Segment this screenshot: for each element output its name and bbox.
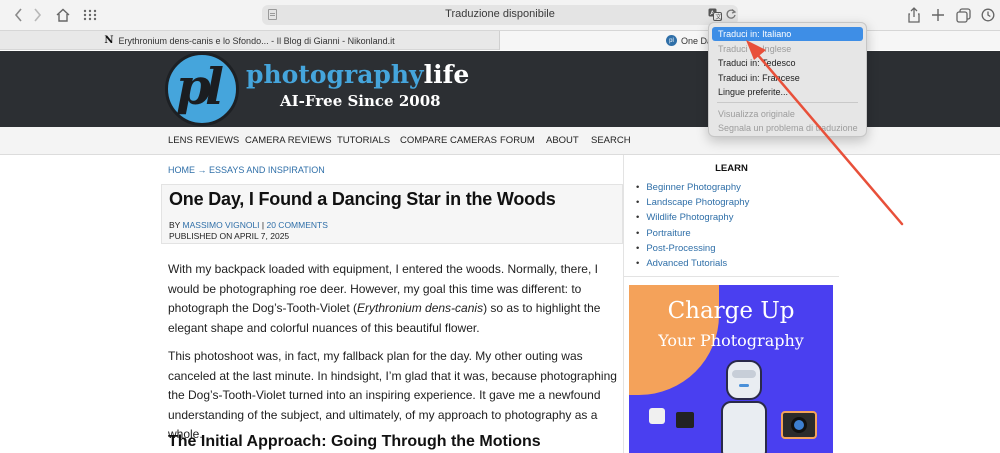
nav-lens-reviews[interactable]: LENS REVIEWS xyxy=(168,135,239,146)
back-button[interactable] xyxy=(9,5,29,25)
camera-illustration xyxy=(781,411,817,439)
nav-compare-cameras[interactable]: COMPARE CAMERAS xyxy=(400,135,497,146)
nikonland-favicon: N xyxy=(104,35,114,46)
author-link[interactable]: MASSIMO VIGNOLI xyxy=(183,220,260,230)
nav-forum[interactable]: FORUM xyxy=(500,135,535,146)
reload-icon[interactable] xyxy=(725,8,737,20)
menu-item-translate-french[interactable]: Traduci in: Francese xyxy=(712,71,863,85)
svg-text:文: 文 xyxy=(715,13,721,21)
robot-head-illustration xyxy=(726,360,762,400)
camera-lens xyxy=(791,417,807,433)
page-title: One Day, I Found a Dancing Star in the W… xyxy=(169,189,556,209)
site-tagline: AI-Free Since 2008 xyxy=(280,92,441,110)
forward-button[interactable] xyxy=(27,5,47,25)
home-button[interactable] xyxy=(53,5,73,25)
learn-link-post-processing[interactable]: Post-Processing xyxy=(636,243,749,258)
address-bar[interactable]: Traduzione disponibile xyxy=(262,5,738,25)
translate-icon[interactable]: A 文 xyxy=(708,8,722,21)
robot-body-illustration xyxy=(721,401,767,453)
nav-search[interactable]: SEARCH xyxy=(591,135,631,146)
site-logo[interactable]: photographylife xyxy=(246,60,469,89)
learn-heading: LEARN xyxy=(715,163,748,174)
publish-date: PUBLISHED ON APRIL 7, 2025 xyxy=(169,231,290,241)
tabs-icon xyxy=(955,7,971,23)
menu-item-translate-german[interactable]: Traduci in: Tedesco xyxy=(712,56,863,70)
nav-tutorials[interactable]: TUTORIALS xyxy=(337,135,390,146)
ad-subheadline: Your Photography xyxy=(658,331,804,350)
title-box: One Day, I Found a Dancing Star in the W… xyxy=(161,184,623,244)
sidebar-ad[interactable]: Charge Up Your Photography xyxy=(629,285,833,453)
learn-link-advanced[interactable]: Advanced Tutorials xyxy=(636,258,749,273)
learn-link-beginner[interactable]: Beginner Photography xyxy=(636,182,749,197)
breadcrumb[interactable]: HOME → ESSAYS AND INSPIRATION xyxy=(168,165,325,175)
logo-word-b: life xyxy=(423,60,470,89)
ad-headline: Charge Up xyxy=(667,298,795,324)
tab-title: Erythronium dens-canis e lo Sfondo... - … xyxy=(118,35,395,46)
address-text: Traduzione disponibile xyxy=(445,8,555,20)
share-button[interactable] xyxy=(904,5,924,25)
menu-separator xyxy=(717,102,858,103)
section-heading: The Initial Approach: Going Through the … xyxy=(168,433,541,450)
logo-letters: pl xyxy=(176,57,224,116)
clock-icon xyxy=(981,8,995,22)
tab-nikonland[interactable]: N Erythronium dens-canis e lo Sfondo... … xyxy=(0,31,500,50)
menu-item-translate-italian[interactable]: Traduci in: Italiano xyxy=(712,27,863,41)
photographylife-favicon: pl xyxy=(666,35,677,46)
menu-item-preferred-languages[interactable]: Lingue preferite... xyxy=(712,85,863,99)
byline: BY MASSIMO VIGNOLI | 20 COMMENTS xyxy=(169,220,328,230)
robot-visor xyxy=(732,370,756,378)
sidebar-divider xyxy=(624,276,839,277)
power-socket-illustration xyxy=(649,408,665,424)
chevron-right-icon xyxy=(34,8,42,22)
grid-icon xyxy=(83,9,97,21)
logo-word-a: photography xyxy=(246,60,424,89)
plus-icon xyxy=(932,9,944,21)
nav-about[interactable]: ABOUT xyxy=(546,135,579,146)
paragraph-2: This photoshoot was, in fact, my fallbac… xyxy=(168,349,617,441)
nav-camera-reviews[interactable]: CAMERA REVIEWS xyxy=(245,135,332,146)
show-all-tabs-button[interactable] xyxy=(953,5,973,25)
chevron-left-icon xyxy=(14,8,22,22)
learn-list: Beginner Photography Landscape Photograp… xyxy=(636,182,749,273)
new-tab-button[interactable] xyxy=(928,5,948,25)
paragraph-1-italic: Erythronium dens-canis xyxy=(357,301,484,315)
menu-item-view-original: Visualizza originale xyxy=(718,109,795,119)
comments-link[interactable]: 20 COMMENTS xyxy=(266,220,327,230)
article-main: HOME → ESSAYS AND INSPIRATION One Day, I… xyxy=(0,155,623,453)
robot-mouth xyxy=(739,384,749,387)
learn-link-portraiture[interactable]: Portraiture xyxy=(636,228,749,243)
menu-item-translate-english: Traduci in: Inglese xyxy=(718,44,792,54)
paragraph-1: With my backpack loaded with equipment, … xyxy=(168,260,620,338)
learn-link-wildlife[interactable]: Wildlife Photography xyxy=(636,212,749,227)
learn-link-landscape[interactable]: Landscape Photography xyxy=(636,197,749,212)
share-icon xyxy=(908,7,920,23)
tab-overview-button[interactable] xyxy=(80,5,100,25)
history-button[interactable] xyxy=(978,5,998,25)
menu-item-report-problem: Segnala un problema di traduzione xyxy=(718,123,858,133)
small-camera-illustration xyxy=(676,412,694,428)
by-prefix: BY xyxy=(169,220,183,230)
translate-menu: Traduci in: Italiano Traduci in: Inglese… xyxy=(708,22,867,137)
home-icon xyxy=(56,8,70,22)
